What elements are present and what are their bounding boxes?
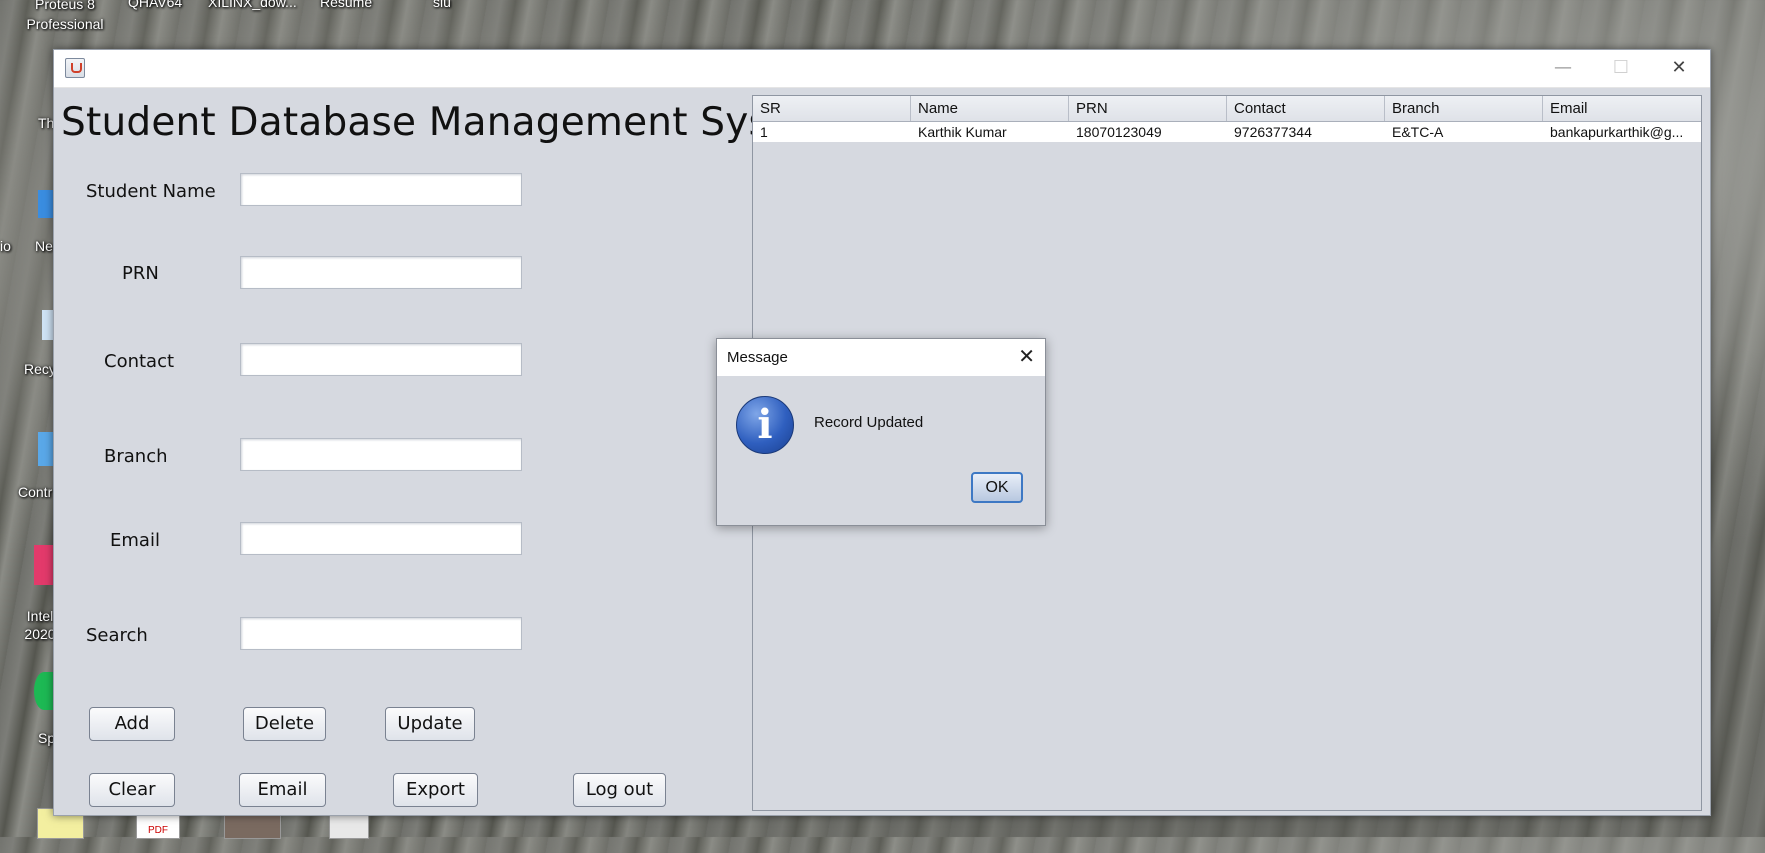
desktop-icon-label-control[interactable]: Contr <box>18 484 52 500</box>
desktop-icon-label-qhav64[interactable]: QHAV64 <box>128 0 182 10</box>
cell-branch[interactable]: E&TC-A <box>1385 122 1543 142</box>
clear-button[interactable]: Clear <box>89 773 175 807</box>
prn-input[interactable] <box>240 256 522 289</box>
branch-label: Branch <box>104 446 168 467</box>
table-header: SR Name PRN Contact Branch Email <box>753 96 1701 122</box>
export-button[interactable]: Export <box>393 773 478 807</box>
desktop-icon-label-recycle[interactable]: Recy <box>24 361 56 377</box>
search-input[interactable] <box>240 617 522 650</box>
column-header-email[interactable]: Email <box>1543 96 1701 121</box>
dialog-title: Message <box>727 349 788 366</box>
control-panel-icon[interactable] <box>38 432 54 466</box>
delete-button[interactable]: Delete <box>243 707 326 741</box>
close-button[interactable]: ✕ <box>1650 50 1708 87</box>
add-button[interactable]: Add <box>89 707 175 741</box>
desktop-icon-label-resume[interactable]: Resume <box>320 0 372 10</box>
dialog-message: Record Updated <box>814 414 924 431</box>
desktop-icon-label-siu[interactable]: siu <box>433 0 451 10</box>
contact-input[interactable] <box>240 343 522 376</box>
folder-icon[interactable] <box>38 190 54 218</box>
window-titlebar[interactable]: — ☐ ✕ <box>54 50 1710 88</box>
cell-name[interactable]: Karthik Kumar <box>911 122 1069 142</box>
email-button[interactable]: Email <box>239 773 326 807</box>
dialog-titlebar[interactable]: Message ✕ <box>717 339 1045 376</box>
column-header-prn[interactable]: PRN <box>1069 96 1227 121</box>
email-label: Email <box>110 530 160 551</box>
email-input[interactable] <box>240 522 522 555</box>
cell-sr[interactable]: 1 <box>753 122 911 142</box>
student-name-input[interactable] <box>240 173 522 206</box>
desktop-icon-label-fragment[interactable]: io <box>0 238 11 254</box>
column-header-contact[interactable]: Contact <box>1227 96 1385 121</box>
maximize-button[interactable]: ☐ <box>1592 50 1650 87</box>
ok-button[interactable]: OK <box>971 472 1023 503</box>
dialog-close-icon[interactable]: ✕ <box>1018 344 1035 368</box>
column-header-name[interactable]: Name <box>911 96 1069 121</box>
prn-label: PRN <box>122 263 159 284</box>
intellij-icon[interactable] <box>34 545 54 585</box>
desktop-icon-label-ne[interactable]: Ne <box>35 238 53 254</box>
message-dialog: Message ✕ i Record Updated OK <box>716 338 1046 526</box>
java-icon <box>65 58 85 78</box>
cell-prn[interactable]: 18070123049 <box>1069 122 1227 142</box>
spotify-icon[interactable] <box>34 672 54 710</box>
contact-label: Contact <box>104 351 175 372</box>
cell-email[interactable]: bankapurkarthik@g... <box>1543 122 1701 142</box>
column-header-branch[interactable]: Branch <box>1385 96 1543 121</box>
logout-button[interactable]: Log out <box>573 773 666 807</box>
desktop-icon-label-xilinx[interactable]: XILINX_dow... <box>208 0 297 10</box>
search-label: Search <box>86 625 148 646</box>
table-row[interactable]: 1 Karthik Kumar 18070123049 9726377344 E… <box>753 122 1701 142</box>
column-header-sr[interactable]: SR <box>753 96 911 121</box>
info-icon: i <box>736 396 794 454</box>
branch-input[interactable] <box>240 438 522 471</box>
desktop-icon-label-th[interactable]: Th <box>38 115 54 131</box>
page-title: Student Database Management System <box>61 100 847 145</box>
cell-contact[interactable]: 9726377344 <box>1227 122 1385 142</box>
student-name-label: Student Name <box>86 181 216 202</box>
update-button[interactable]: Update <box>385 707 475 741</box>
desktop-icon-label-proteus[interactable]: Proteus 8 Professional <box>20 0 110 34</box>
pdf-label: PDF <box>148 825 168 836</box>
minimize-button[interactable]: — <box>1534 50 1592 87</box>
